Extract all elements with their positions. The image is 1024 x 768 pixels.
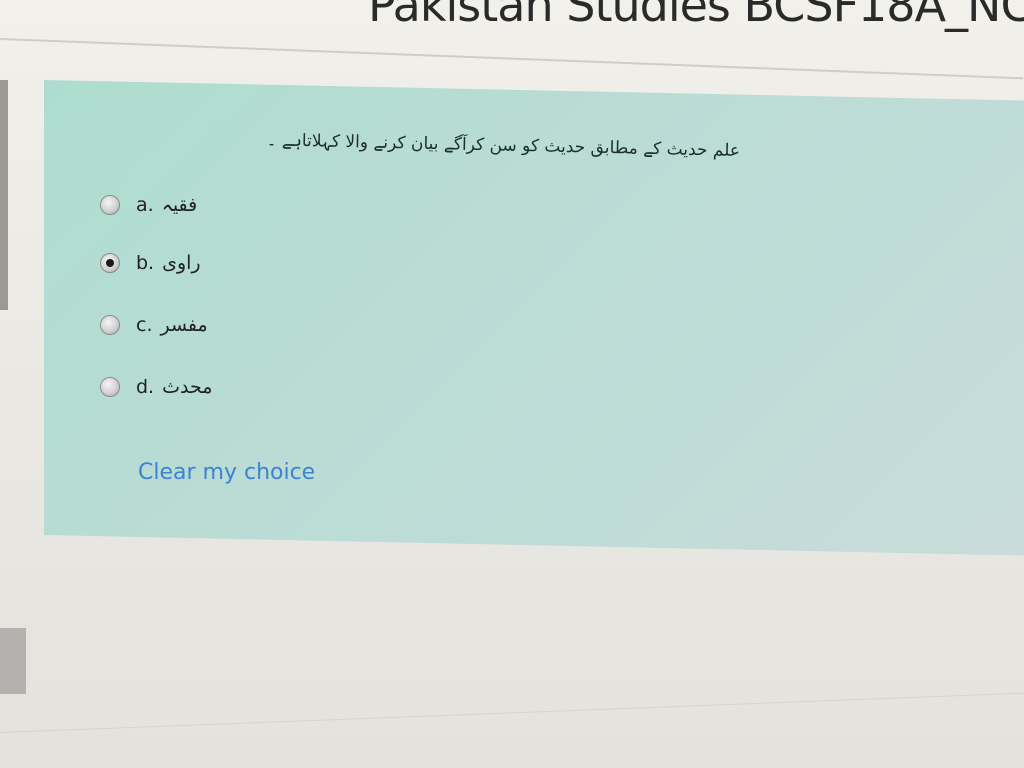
answer-option-a[interactable]: a. فقیہ	[100, 190, 197, 220]
answer-number: c.	[136, 314, 153, 336]
answer-number: b.	[136, 252, 155, 274]
answer-text: فقیہ	[161, 194, 198, 216]
quiz-screen: Pakistan Studies BCSF18A_NC علم حدیث کے …	[0, 0, 1024, 768]
answer-option-b[interactable]: b. راوی	[100, 248, 201, 278]
course-title: Pakistan Studies BCSF18A_NC	[368, 0, 1024, 32]
answer-number: a.	[136, 194, 154, 216]
radio-button-b-selected[interactable]	[100, 253, 120, 273]
answer-text: مفسر	[160, 314, 208, 336]
left-nav-tab[interactable]	[0, 628, 26, 694]
radio-selected-dot	[106, 259, 114, 267]
answer-text: محدث	[162, 376, 213, 398]
radio-button-c[interactable]	[100, 315, 120, 335]
left-navigation-strip	[0, 80, 8, 310]
answer-option-c[interactable]: c. مفسر	[100, 310, 208, 340]
footer-divider	[0, 692, 1024, 733]
answer-number: d.	[136, 376, 155, 398]
heading-divider	[0, 38, 1024, 80]
radio-button-d[interactable]	[100, 377, 120, 397]
clear-my-choice-link[interactable]: Clear my choice	[138, 460, 315, 485]
answer-option-d[interactable]: d. محدث	[100, 372, 212, 402]
answer-text: راوی	[162, 252, 201, 274]
radio-button-a[interactable]	[100, 195, 120, 215]
